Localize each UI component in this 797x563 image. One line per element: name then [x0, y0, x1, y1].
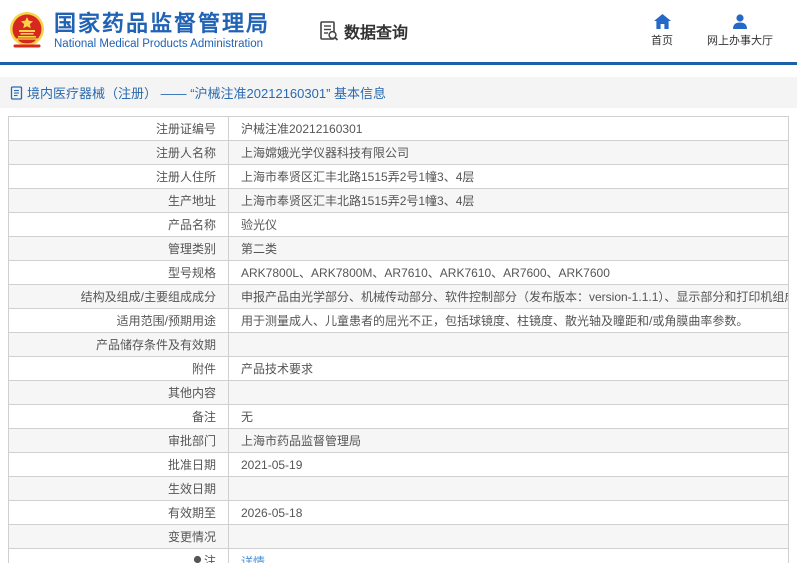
note-label: 注: [203, 554, 216, 563]
row-value: 产品技术要求: [228, 356, 789, 381]
row-label: 管理类别: [8, 236, 229, 261]
row-value: 详情: [228, 548, 789, 563]
row-value: 上海嫦娥光学仪器科技有限公司: [228, 140, 789, 165]
row-label: 变更情况: [8, 524, 229, 549]
table-row: 管理类别 第二类: [8, 236, 789, 261]
row-label: 注册人住所: [8, 164, 229, 189]
row-value: 上海市奉贤区汇丰北路1515弄2号1幢3、4层: [228, 164, 789, 189]
row-value: 第二类: [228, 236, 789, 261]
table-row: 附件 产品技术要求: [8, 356, 789, 381]
row-value: 用于测量成人、儿童患者的屈光不正，包括球镜度、柱镜度、散光轴及瞳距和/或角膜曲率…: [228, 308, 789, 333]
row-label: 生产地址: [8, 188, 229, 213]
row-label: 附件: [8, 356, 229, 381]
row-value: [228, 524, 789, 549]
nav-home[interactable]: 首页: [651, 14, 673, 48]
nav-online-hall[interactable]: 网上办事大厅: [707, 14, 773, 48]
document-icon: [10, 85, 23, 100]
table-row: 注 详情: [8, 548, 789, 563]
row-label: 注册证编号: [8, 116, 229, 141]
row-label: 生效日期: [8, 476, 229, 501]
org-name-cn: 国家药品监督管理局: [54, 10, 271, 36]
row-label: 批准日期: [8, 452, 229, 477]
table-row: 注册证编号 沪械注准20212160301: [8, 116, 789, 141]
row-label: 其他内容: [8, 380, 229, 405]
row-value: [228, 380, 789, 405]
table-row: 结构及组成/主要组成成分 申报产品由光学部分、机械传动部分、软件控制部分（发布版…: [8, 284, 789, 309]
row-label: 备注: [8, 404, 229, 429]
person-icon: [732, 14, 748, 29]
table-row: 变更情况: [8, 524, 789, 549]
site-header: 国家药品监督管理局 National Medical Products Admi…: [0, 0, 797, 62]
table-row: 产品名称 验光仪: [8, 212, 789, 237]
row-value: 沪械注准20212160301: [228, 116, 789, 141]
row-value: [228, 332, 789, 357]
row-value: 申报产品由光学部分、机械传动部分、软件控制部分（发布版本：version-1.1…: [228, 284, 789, 309]
row-label: 注册人名称: [8, 140, 229, 165]
row-label: 产品储存条件及有效期: [8, 332, 229, 357]
row-label: 型号规格: [8, 260, 229, 285]
table-row: 注册人名称 上海嫦娥光学仪器科技有限公司: [8, 140, 789, 165]
details-link[interactable]: 详情: [241, 555, 265, 563]
org-name-en: National Medical Products Administration: [54, 37, 264, 50]
registration-info-table: 注册证编号 沪械注准20212160301 注册人名称 上海嫦娥光学仪器科技有限…: [8, 116, 789, 563]
table-row: 适用范围/预期用途 用于测量成人、儿童患者的屈光不正，包括球镜度、柱镜度、散光轴…: [8, 308, 789, 333]
breadcrumb: 境内医疗器械（注册） —— “沪械注准20212160301” 基本信息: [0, 77, 797, 108]
note-icon: [193, 555, 202, 563]
table-row: 其他内容: [8, 380, 789, 405]
row-value: 无: [228, 404, 789, 429]
row-value: [228, 476, 789, 501]
home-icon: [653, 14, 671, 29]
table-row: 批准日期 2021-05-19: [8, 452, 789, 477]
row-value: 上海市奉贤区汇丰北路1515弄2号1幢3、4层: [228, 188, 789, 213]
row-value: 2026-05-18: [228, 500, 789, 525]
row-label: 适用范围/预期用途: [8, 308, 229, 333]
row-value: 上海市药品监督管理局: [228, 428, 789, 453]
row-value: ARK7800L、ARK7800M、AR7610、ARK7610、AR7600、…: [228, 260, 789, 285]
table-row: 型号规格 ARK7800L、ARK7800M、AR7610、ARK7610、AR…: [8, 260, 789, 285]
table-row: 备注 无: [8, 404, 789, 429]
data-query-icon: [318, 20, 340, 42]
nav-data-query[interactable]: 数据查询: [318, 19, 408, 43]
row-label: 结构及组成/主要组成成分: [8, 284, 229, 309]
row-value: 验光仪: [228, 212, 789, 237]
row-label: 有效期至: [8, 500, 229, 525]
table-row: 有效期至 2026-05-18: [8, 500, 789, 525]
row-label: 产品名称: [8, 212, 229, 237]
table-row: 产品储存条件及有效期: [8, 332, 789, 357]
national-emblem-logo: [8, 10, 46, 52]
row-label: 审批部门: [8, 428, 229, 453]
table-row: 注册人住所 上海市奉贤区汇丰北路1515弄2号1幢3、4层: [8, 164, 789, 189]
table-row: 生效日期: [8, 476, 789, 501]
nav-online-hall-label: 网上办事大厅: [707, 35, 773, 47]
table-row: 审批部门 上海市药品监督管理局: [8, 428, 789, 453]
page-title: 境内医疗器械（注册） —— “沪械注准20212160301” 基本信息: [27, 86, 387, 101]
row-label: 注: [8, 548, 229, 563]
data-query-label: 数据查询: [344, 25, 409, 42]
nav-home-label: 首页: [651, 35, 673, 47]
table-row: 生产地址 上海市奉贤区汇丰北路1515弄2号1幢3、4层: [8, 188, 789, 213]
row-value: 2021-05-19: [228, 452, 789, 477]
